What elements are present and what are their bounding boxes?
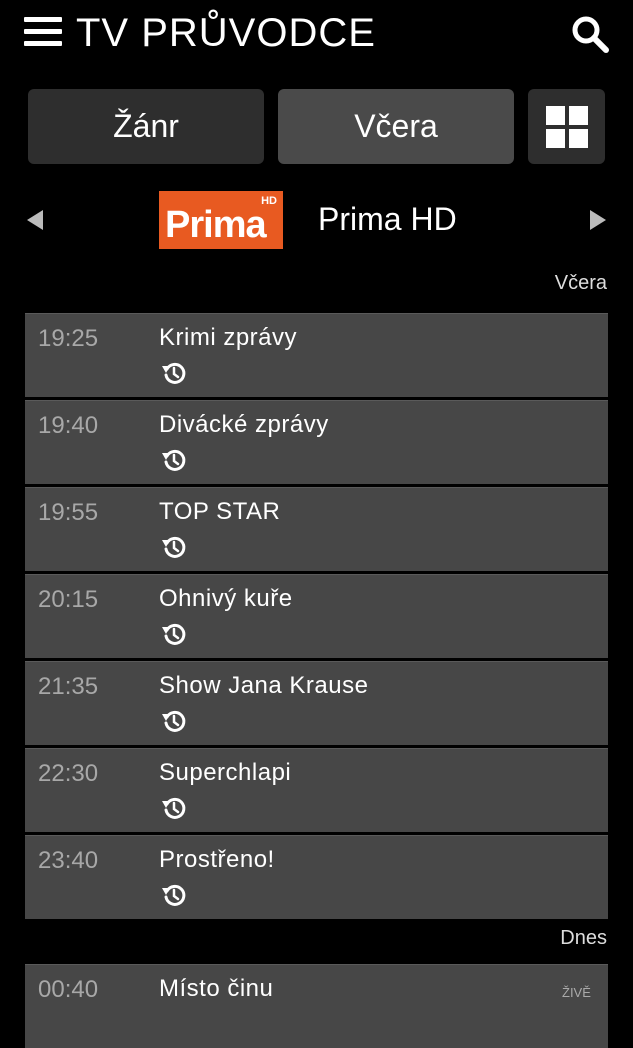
replay-icon[interactable] [161,621,187,647]
genre-button-label: Žánr [113,108,179,144]
replay-icon[interactable] [161,882,187,908]
program-row[interactable]: 20:15 Ohnivý kuře [25,574,608,658]
hamburger-menu-icon[interactable] [24,16,62,48]
genre-button[interactable]: Žánr [28,89,264,164]
arrow-left-icon[interactable] [25,208,45,232]
program-title: Krimi zprávy [159,324,298,351]
program-row[interactable]: 19:55 TOP STAR [25,487,608,571]
program-title: Prostřeno! [159,846,275,873]
day-button-label: Včera [354,108,438,144]
grid-view-icon [545,105,588,148]
program-row[interactable]: 19:40 Divácké zprávy [25,400,608,484]
program-time: 21:35 [38,673,99,700]
grid-view-button[interactable] [528,89,605,164]
program-time: 19:40 [38,412,99,439]
page-title: TV PRŮVODCE [76,11,376,55]
section-label-today: Dnes [560,927,607,949]
logo-text: Prima [165,204,267,246]
replay-icon[interactable] [161,708,187,734]
replay-icon[interactable] [161,534,187,560]
program-time: 23:40 [38,847,99,874]
program-time: 22:30 [38,760,99,787]
live-badge: ŽIVĚ [562,985,591,1000]
channel-name: Prima HD [318,201,457,237]
program-title: Show Jana Krause [159,672,369,699]
program-title: Místo činu [159,975,274,1002]
search-icon[interactable] [570,14,610,54]
program-title: Ohnivý kuře [159,585,293,612]
replay-icon[interactable] [161,447,187,473]
program-title: TOP STAR [159,498,281,525]
program-time: 19:25 [38,325,99,352]
program-time: 20:15 [38,586,99,613]
program-row[interactable]: 22:30 Superchlapi [25,748,608,832]
program-list: 19:25 Krimi zprávy 19:40 Divácké zprávy 19:5… [25,313,608,922]
app-header: TV PRŮVODCE [0,0,633,68]
program-row[interactable]: 00:40 Místo činu ŽIVĚ [25,964,608,1048]
program-time: 19:55 [38,499,99,526]
program-row[interactable]: 23:40 Prostřeno! [25,835,608,919]
program-title: Divácké zprávy [159,411,329,438]
channel-logo: HD Prima [159,191,283,249]
program-row[interactable]: 21:35 Show Jana Krause [25,661,608,745]
program-row[interactable]: 19:25 Krimi zprávy [25,313,608,397]
day-button[interactable]: Včera [278,89,514,164]
program-title: Superchlapi [159,759,292,786]
section-label-yesterday: Včera [554,272,607,294]
replay-icon[interactable] [161,360,187,386]
arrow-right-icon[interactable] [588,208,608,232]
replay-icon[interactable] [161,795,187,821]
